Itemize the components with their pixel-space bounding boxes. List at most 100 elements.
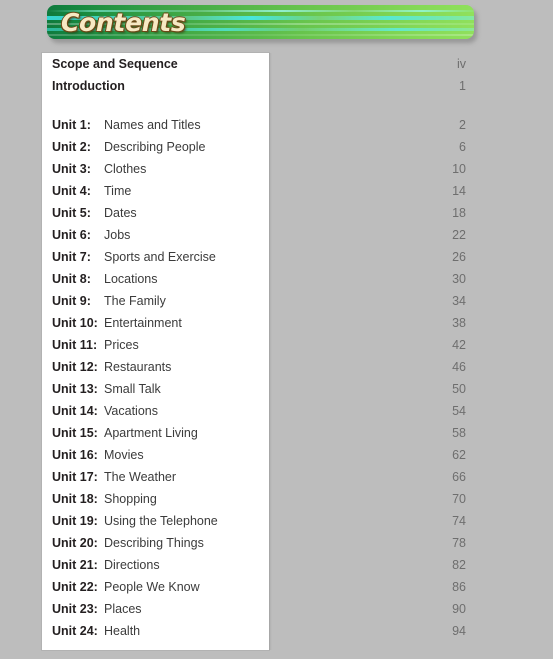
- toc-unit-label: Unit 2:: [52, 140, 91, 154]
- toc-row-unit-20[interactable]: Unit 20: Describing Things 78: [0, 532, 553, 554]
- toc-unit-label: Unit 8:: [52, 272, 91, 286]
- toc-entry-title: Scope and Sequence: [52, 57, 178, 71]
- toc-entry-title: Clothes: [104, 162, 147, 176]
- toc-row-unit-5[interactable]: Unit 5: Dates 18: [0, 202, 553, 224]
- toc-entry-page: 86: [452, 580, 466, 594]
- toc-row-unit-7[interactable]: Unit 7: Sports and Exercise 26: [0, 246, 553, 268]
- toc-unit-label: Unit 19:: [52, 514, 98, 528]
- toc-entry-title: Describing People: [104, 140, 206, 154]
- toc-row-unit-16[interactable]: Unit 16: Movies 62: [0, 444, 553, 466]
- toc-entry-title: Vacations: [104, 404, 158, 418]
- toc-entry-title: Jobs: [104, 228, 131, 242]
- toc-entry-page: 62: [452, 448, 466, 462]
- toc-entry-title: Apartment Living: [104, 426, 198, 440]
- toc-row-unit-1[interactable]: Unit 1: Names and Titles 2: [0, 114, 553, 136]
- toc-row-unit-13[interactable]: Unit 13: Small Talk 50: [0, 378, 553, 400]
- table-of-contents: Scope and Sequence iv Introduction 1 Uni…: [0, 53, 553, 642]
- toc-entry-title: Introduction: [52, 79, 125, 93]
- toc-row-unit-23[interactable]: Unit 23: Places 90: [0, 598, 553, 620]
- toc-row-unit-24[interactable]: Unit 24: Health 94: [0, 620, 553, 642]
- toc-row-unit-10[interactable]: Unit 10: Entertainment 38: [0, 312, 553, 334]
- toc-entry-title: Small Talk: [104, 382, 161, 396]
- toc-entry-page: 78: [452, 536, 466, 550]
- toc-entry-page: 26: [452, 250, 466, 264]
- toc-entry-page: 50: [452, 382, 466, 396]
- toc-entry-page: 6: [459, 140, 466, 154]
- toc-unit-label: Unit 5:: [52, 206, 91, 220]
- toc-unit-label: Unit 23:: [52, 602, 98, 616]
- toc-row-introduction[interactable]: Introduction 1: [0, 75, 553, 97]
- toc-row-unit-9[interactable]: Unit 9: The Family 34: [0, 290, 553, 312]
- toc-unit-label: Unit 16:: [52, 448, 98, 462]
- toc-entry-title: The Family: [104, 294, 166, 308]
- toc-entry-title: Health: [104, 624, 141, 638]
- toc-unit-label: Unit 13:: [52, 382, 98, 396]
- toc-row-unit-6[interactable]: Unit 6: Jobs 22: [0, 224, 553, 246]
- toc-row-unit-17[interactable]: Unit 17: The Weather 66: [0, 466, 553, 488]
- toc-unit-label: Unit 20:: [52, 536, 98, 550]
- toc-entry-page: 1: [459, 79, 466, 93]
- toc-unit-label: Unit 3:: [52, 162, 91, 176]
- toc-entry-page: 18: [452, 206, 466, 220]
- toc-entry-title: Describing Things: [104, 536, 204, 550]
- toc-entry-page: 94: [452, 624, 466, 638]
- toc-entry-page: iv: [456, 57, 466, 71]
- toc-entry-title: Locations: [104, 272, 158, 286]
- toc-unit-label: Unit 7:: [52, 250, 91, 264]
- toc-entry-title: Shopping: [104, 492, 157, 506]
- toc-entry-page: 58: [452, 426, 466, 440]
- toc-unit-label: Unit 17:: [52, 470, 98, 484]
- toc-entry-page: 14: [452, 184, 466, 198]
- toc-entry-page: 54: [452, 404, 466, 418]
- toc-row-unit-2[interactable]: Unit 2: Describing People 6: [0, 136, 553, 158]
- toc-entry-title: Sports and Exercise: [104, 250, 216, 264]
- toc-entry-title: Directions: [104, 558, 160, 572]
- toc-entry-page: 2: [459, 118, 466, 132]
- toc-entry-title: Movies: [104, 448, 144, 462]
- toc-entry-page: 74: [452, 514, 466, 528]
- toc-entry-title: Names and Titles: [104, 118, 201, 132]
- toc-entry-title: People We Know: [104, 580, 200, 594]
- toc-entry-page: 10: [452, 162, 466, 176]
- toc-row-unit-19[interactable]: Unit 19: Using the Telephone 74: [0, 510, 553, 532]
- toc-row-unit-22[interactable]: Unit 22: People We Know 86: [0, 576, 553, 598]
- toc-entry-page: 42: [452, 338, 466, 352]
- toc-entry-title: Using the Telephone: [104, 514, 218, 528]
- toc-row-unit-3[interactable]: Unit 3: Clothes 10: [0, 158, 553, 180]
- toc-entry-page: 82: [452, 558, 466, 572]
- toc-row-scope-and-sequence[interactable]: Scope and Sequence iv: [0, 53, 553, 75]
- toc-entry-page: 22: [452, 228, 466, 242]
- toc-entry-page: 34: [452, 294, 466, 308]
- toc-entry-page: 38: [452, 316, 466, 330]
- toc-row-unit-18[interactable]: Unit 18: Shopping 70: [0, 488, 553, 510]
- toc-entry-page: 66: [452, 470, 466, 484]
- toc-row-unit-14[interactable]: Unit 14: Vacations 54: [0, 400, 553, 422]
- toc-unit-label: Unit 10:: [52, 316, 98, 330]
- toc-unit-label: Unit 1:: [52, 118, 91, 132]
- toc-unit-label: Unit 4:: [52, 184, 91, 198]
- toc-row-unit-11[interactable]: Unit 11: Prices 42: [0, 334, 553, 356]
- toc-row-unit-12[interactable]: Unit 12: Restaurants 46: [0, 356, 553, 378]
- toc-row-unit-21[interactable]: Unit 21: Directions 82: [0, 554, 553, 576]
- toc-unit-label: Unit 12:: [52, 360, 98, 374]
- toc-entry-page: 70: [452, 492, 466, 506]
- toc-row-unit-15[interactable]: Unit 15: Apartment Living 58: [0, 422, 553, 444]
- page-title: Contents: [61, 8, 186, 37]
- toc-unit-label: Unit 6:: [52, 228, 91, 242]
- toc-row-unit-8[interactable]: Unit 8: Locations 30: [0, 268, 553, 290]
- toc-row-unit-4[interactable]: Unit 4: Time 14: [0, 180, 553, 202]
- toc-unit-label: Unit 18:: [52, 492, 98, 506]
- toc-entry-title: The Weather: [104, 470, 177, 484]
- toc-entry-title: Prices: [104, 338, 139, 352]
- toc-entry-title: Time: [104, 184, 132, 198]
- contents-banner: Contents: [47, 5, 477, 43]
- toc-unit-label: Unit 11:: [52, 338, 98, 352]
- toc-entry-title: Places: [104, 602, 142, 616]
- toc-entry-page: 46: [452, 360, 466, 374]
- toc-unit-label: Unit 15:: [52, 426, 98, 440]
- toc-unit-label: Unit 22:: [52, 580, 98, 594]
- toc-section-gap: [0, 97, 553, 114]
- toc-entry-title: Dates: [104, 206, 137, 220]
- toc-entry-title: Restaurants: [104, 360, 172, 374]
- toc-unit-label: Unit 21:: [52, 558, 98, 572]
